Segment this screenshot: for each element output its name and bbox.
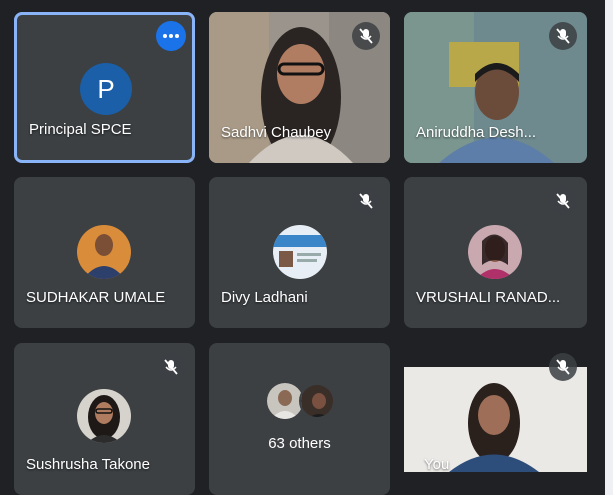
participant-tile-sudhakar[interactable]: SUDHAKAR UMALE — [14, 177, 195, 328]
participant-tile-sushrusha[interactable]: Sushrusha Takone — [14, 343, 195, 495]
others-avatar-2 — [299, 383, 335, 419]
participant-name: Principal SPCE — [29, 121, 132, 138]
avatar: P — [80, 63, 132, 115]
participant-tile-you[interactable]: You — [404, 343, 587, 495]
mic-off-icon — [549, 187, 577, 215]
participant-tile-sadhvi[interactable]: Sadhvi Chaubey — [209, 12, 390, 163]
avatar — [468, 225, 522, 279]
mic-off-icon — [352, 187, 380, 215]
window-edge — [605, 0, 613, 495]
participant-name: You — [424, 456, 450, 473]
mic-off-icon — [549, 22, 577, 50]
participant-tile-principal[interactable]: P Principal SPCE — [14, 12, 195, 163]
more-options-button[interactable] — [156, 21, 186, 51]
participant-name: Divy Ladhani — [221, 289, 308, 306]
participant-tile-divy[interactable]: Divy Ladhani — [209, 177, 390, 328]
participant-name: SUDHAKAR UMALE — [26, 289, 166, 306]
mic-off-icon — [549, 353, 577, 381]
others-avatar-1 — [267, 383, 303, 419]
others-tile[interactable]: 63 others — [209, 343, 390, 495]
participant-tile-vrushali[interactable]: VRUSHALI RANAD... — [404, 177, 587, 328]
avatar — [273, 225, 327, 279]
participant-name: Aniruddha Desh... — [416, 124, 537, 141]
mic-off-icon — [157, 353, 185, 381]
avatar — [77, 225, 131, 279]
avatar — [77, 389, 131, 443]
participant-name: Sadhvi Chaubey — [221, 124, 332, 141]
more-dots-icon — [163, 34, 179, 38]
others-count: 63 others — [268, 435, 331, 452]
participant-name: Sushrusha Takone — [26, 456, 150, 473]
participant-tile-aniruddha[interactable]: Aniruddha Desh... — [404, 12, 587, 163]
mic-off-icon — [352, 22, 380, 50]
participant-name: VRUSHALI RANAD... — [416, 289, 561, 306]
